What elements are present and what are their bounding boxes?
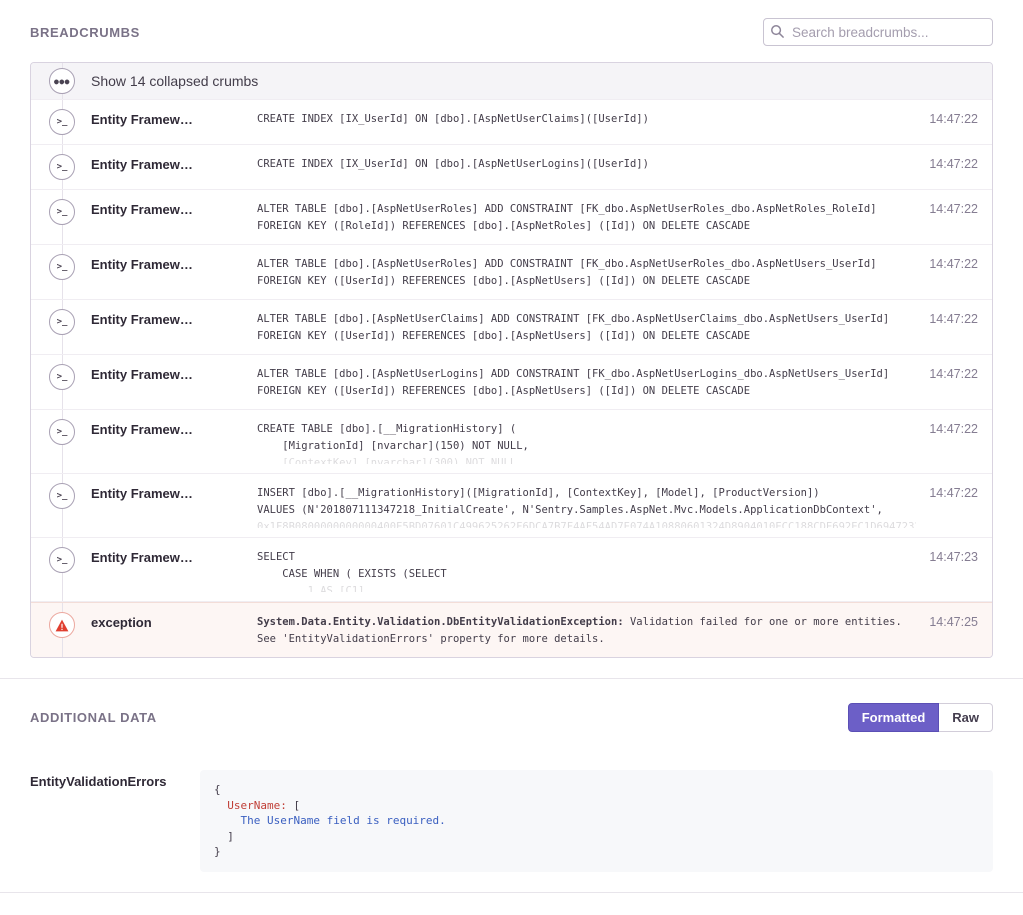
breadcrumb-row: >_ Entity Framew…ALTER TABLE [dbo].[AspNe… xyxy=(31,355,992,410)
breadcrumb-row: >_ Entity Framew…CREATE INDEX [IX_UserId]… xyxy=(31,145,992,190)
crumb-category: Entity Framew… xyxy=(91,199,257,217)
formatted-toggle-button[interactable]: Formatted xyxy=(848,703,940,732)
terminal-icon: >_ xyxy=(49,547,75,573)
ellipsis-icon: ●●● xyxy=(49,68,75,94)
crumb-icon-column: ●●● xyxy=(31,68,91,94)
crumb-timestamp: 14:47:22 xyxy=(916,254,978,271)
collapsed-crumbs-label: Show 14 collapsed crumbs xyxy=(91,73,258,89)
show-collapsed-crumbs-button[interactable]: ●●● Show 14 collapsed crumbs xyxy=(31,63,992,100)
crumb-timestamp: 14:47:22 xyxy=(916,154,978,171)
faded-line: 0x1F8B0800000000000400E5BD07601C49962526… xyxy=(257,519,916,528)
crumb-message: SELECT CASE WHEN ( EXISTS (SELECT 1 AS [… xyxy=(257,547,916,592)
crumb-category: Entity Framew… xyxy=(91,109,257,127)
crumb-icon-column: >_ xyxy=(31,199,91,225)
terminal-icon: >_ xyxy=(49,154,75,180)
search-input[interactable] xyxy=(763,18,993,46)
crumb-category: Entity Framew… xyxy=(91,154,257,172)
crumb-message: CREATE INDEX [IX_UserId] ON [dbo].[AspNe… xyxy=(257,109,916,128)
breadcrumb-row: exceptionSystem.Data.Entity.Validation.D… xyxy=(31,602,992,657)
crumb-timestamp: 14:47:22 xyxy=(916,109,978,126)
terminal-icon: >_ xyxy=(49,254,75,280)
crumb-icon-column xyxy=(31,612,91,638)
entry-code-block: { UserName: [ The UserName field is requ… xyxy=(200,770,993,872)
breadcrumb-row: >_ Entity Framew…INSERT [dbo].[__Migratio… xyxy=(31,474,992,538)
terminal-icon: >_ xyxy=(49,109,75,135)
terminal-icon: >_ xyxy=(49,309,75,335)
crumb-message: CREATE INDEX [IX_UserId] ON [dbo].[AspNe… xyxy=(257,154,916,173)
faded-line: [ContextKey] [nvarchar](300) NOT NULL, xyxy=(257,455,916,464)
terminal-icon: >_ xyxy=(49,483,75,509)
view-toggle-group: Formatted Raw xyxy=(848,703,993,732)
breadcrumb-row: >_ Entity Framew…ALTER TABLE [dbo].[AspNe… xyxy=(31,245,992,300)
crumb-icon-column: >_ xyxy=(31,364,91,390)
crumb-message: INSERT [dbo].[__MigrationHistory]([Migra… xyxy=(257,483,916,528)
crumb-message: System.Data.Entity.Validation.DbEntityVa… xyxy=(257,612,916,648)
crumb-timestamp: 14:47:25 xyxy=(916,612,978,629)
crumb-timestamp: 14:47:22 xyxy=(916,419,978,436)
crumb-timestamp: 14:47:22 xyxy=(916,483,978,500)
crumb-timestamp: 14:47:22 xyxy=(916,309,978,326)
terminal-icon: >_ xyxy=(49,364,75,390)
breadcrumb-row: >_ Entity Framew…CREATE INDEX [IX_UserId]… xyxy=(31,100,992,145)
crumb-icon-column: >_ xyxy=(31,154,91,180)
additional-data-title: ADDITIONAL DATA xyxy=(30,710,157,725)
additional-data-entry: EntityValidationErrors{ UserName: [ The … xyxy=(30,770,993,872)
crumb-category: Entity Framew… xyxy=(91,364,257,382)
crumb-icon-column: >_ xyxy=(31,109,91,135)
breadcrumbs-header: BREADCRUMBS xyxy=(30,18,993,46)
crumb-category: exception xyxy=(91,612,257,630)
crumb-icon-column: >_ xyxy=(31,254,91,280)
faded-line: 1 AS [C1] xyxy=(257,583,916,592)
crumb-icon-column: >_ xyxy=(31,309,91,335)
event-detail-page: BREADCRUMBS ●●● Show 14 collapsed crumbs… xyxy=(0,0,1023,915)
crumb-category: Entity Framew… xyxy=(91,254,257,272)
crumb-message: ALTER TABLE [dbo].[AspNetUserRoles] ADD … xyxy=(257,254,916,290)
search-icon xyxy=(770,24,785,44)
crumb-category: Entity Framew… xyxy=(91,309,257,327)
crumb-category: Entity Framew… xyxy=(91,483,257,501)
raw-toggle-button[interactable]: Raw xyxy=(939,703,993,732)
additional-data-header: ADDITIONAL DATA Formatted Raw xyxy=(30,703,993,732)
warning-icon xyxy=(49,612,75,638)
crumb-timestamp: 14:47:22 xyxy=(916,364,978,381)
crumb-timestamp: 14:47:23 xyxy=(916,547,978,564)
crumb-category: Entity Framew… xyxy=(91,419,257,437)
breadcrumb-list: >_Entity Framew…CREATE INDEX [IX_UserId]… xyxy=(31,100,992,657)
terminal-icon: >_ xyxy=(49,199,75,225)
breadcrumb-row: >_ Entity Framew…SELECT CASE WHEN ( EXIST… xyxy=(31,538,992,602)
crumb-timestamp: 14:47:22 xyxy=(916,199,978,216)
breadcrumbs-panel: ●●● Show 14 collapsed crumbs >_ Entity Fr… xyxy=(30,62,993,658)
crumb-icon-column: >_ xyxy=(31,419,91,445)
terminal-icon: >_ xyxy=(49,419,75,445)
crumb-message: ALTER TABLE [dbo].[AspNetUserClaims] ADD… xyxy=(257,309,916,345)
additional-data-entries: EntityValidationErrors{ UserName: [ The … xyxy=(30,770,993,872)
breadcrumbs-search xyxy=(763,18,993,46)
crumb-category: Entity Framew… xyxy=(91,547,257,565)
crumb-message: ALTER TABLE [dbo].[AspNetUserRoles] ADD … xyxy=(257,199,916,235)
breadcrumb-row: >_ Entity Framew…CREATE TABLE [dbo].[__Mi… xyxy=(31,410,992,474)
crumb-message: ALTER TABLE [dbo].[AspNetUserLogins] ADD… xyxy=(257,364,916,400)
breadcrumb-row: >_ Entity Framew…ALTER TABLE [dbo].[AspNe… xyxy=(31,190,992,245)
crumb-icon-column: >_ xyxy=(31,547,91,573)
crumb-message: CREATE TABLE [dbo].[__MigrationHistory] … xyxy=(257,419,916,464)
breadcrumbs-title: BREADCRUMBS xyxy=(30,25,140,40)
breadcrumb-row: >_ Entity Framew…ALTER TABLE [dbo].[AspNe… xyxy=(31,300,992,355)
section-divider xyxy=(0,678,1023,679)
entry-key: EntityValidationErrors xyxy=(30,770,200,789)
crumb-icon-column: >_ xyxy=(31,483,91,509)
